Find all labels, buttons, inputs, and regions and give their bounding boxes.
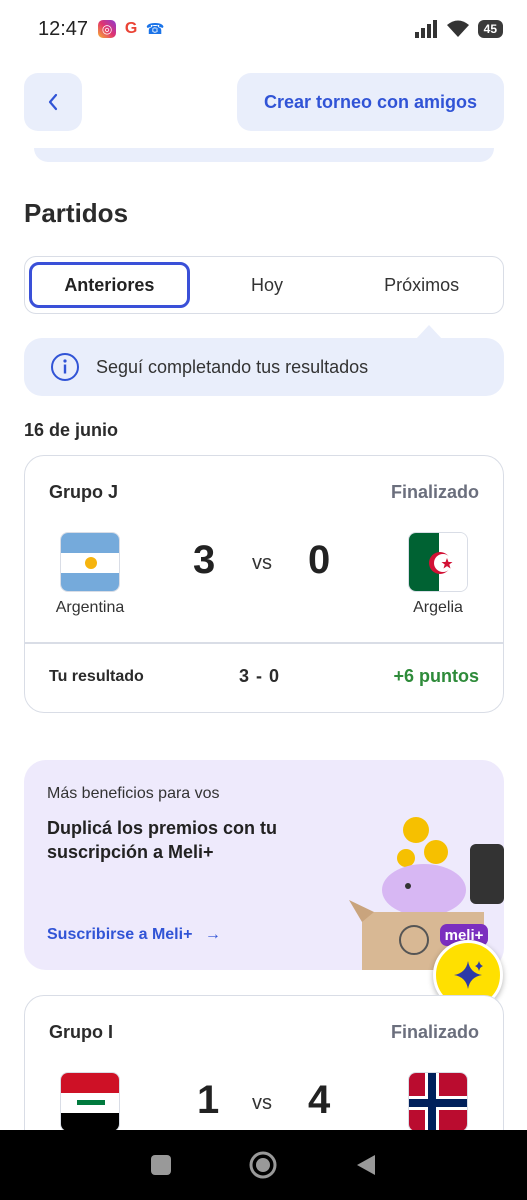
recents-button[interactable] [141,1145,181,1185]
home-team-name: Argentina [55,599,125,616]
sparkle-icon [454,961,483,989]
banner-pointer [416,325,442,339]
subscribe-link[interactable]: Suscribirse a Meli+ → [47,926,221,944]
home-button[interactable] [243,1145,283,1185]
google-icon: G [124,20,138,37]
system-nav-bar [0,1130,527,1200]
subscribe-link-label: Suscribirse a Meli+ [47,926,193,943]
match-group: Grupo J [49,482,119,502]
status-bar: 12:47 ◎ G ☎ 45 [0,0,527,58]
iraq-flag-icon [60,1072,120,1132]
argentina-flag-icon [60,532,120,592]
page-title: Partidos [24,198,129,228]
norway-flag-icon [408,1072,468,1132]
back-nav-button[interactable] [346,1145,386,1185]
away-team-name: Argelia [413,599,463,616]
match-status: Finalizado [390,1022,479,1042]
arrow-right-icon: → [204,926,221,943]
info-banner: Seguí completando tus resultados [24,338,504,396]
info-icon [51,353,79,381]
divider [25,642,503,644]
meli-plus-promo[interactable]: Más beneficios para vos Duplicá los prem… [24,760,504,970]
your-result-label: Tu resultado [49,668,144,685]
notification-icons: ◎ G ☎ [98,20,164,38]
match-group: Grupo I [49,1022,113,1042]
vs-label: vs [252,552,272,574]
tab-anteriores[interactable]: Anteriores [29,262,190,308]
your-result-score: 3 - 0 [239,666,281,686]
signal-icon [414,20,437,38]
promo-subtitle: Más beneficios para vos [47,785,220,802]
triangle-back-icon [356,1155,375,1175]
home-score: 1 [197,1078,220,1122]
phone-icon: ☎ [145,21,165,38]
square-icon [151,1155,172,1175]
away-score: 4 [308,1078,331,1122]
circle-icon [249,1151,277,1179]
promo-title: Duplicá los premios con tu suscripción a… [47,818,278,862]
chevron-left-icon [48,93,58,111]
home-score: 3 [193,538,216,582]
wifi-icon [446,20,469,37]
algeria-flag-icon [408,532,468,592]
battery-icon: 45 [477,20,503,38]
collapsed-panel-edge [34,148,494,162]
match-date: 16 de junio [24,420,119,440]
match-card[interactable]: Grupo J Finalizado Argentina 3 vs 0 Arge… [24,455,504,713]
back-button[interactable] [24,73,82,131]
vs-label: vs [252,1092,272,1114]
match-tabs: Anteriores Hoy Próximos [24,256,504,314]
info-banner-text: Seguí completando tus resultados [96,356,369,377]
points-earned: +6 puntos [393,666,479,686]
away-score: 0 [308,538,331,582]
match-status: Finalizado [390,482,479,502]
create-tournament-button[interactable]: Crear torneo con amigos [237,73,504,131]
tab-proximos[interactable]: Próximos [344,262,499,308]
instagram-icon: ◎ [98,20,117,38]
tab-hoy[interactable]: Hoy [190,262,345,308]
clock: 12:47 [38,17,89,40]
